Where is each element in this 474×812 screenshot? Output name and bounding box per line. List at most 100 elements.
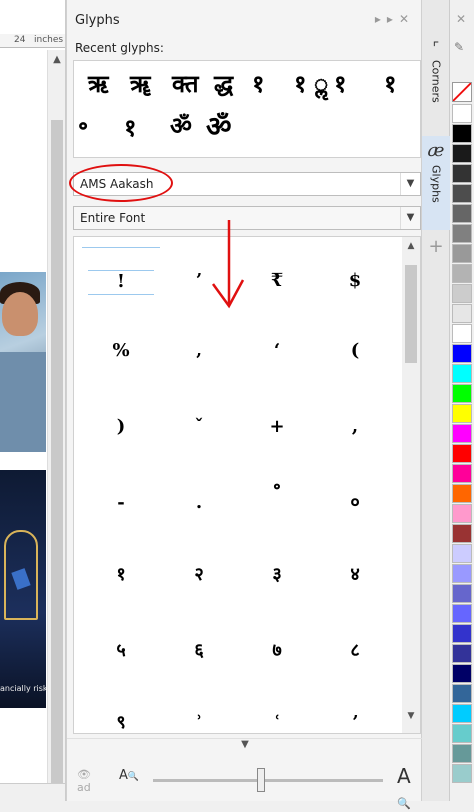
color-swatch[interactable] [452,224,472,243]
glyph-cell[interactable]: ५ [82,617,160,685]
close-icon[interactable]: ✕ [399,12,415,26]
tab-corners[interactable]: ⌜ Corners [422,36,450,132]
color-swatch[interactable] [452,204,472,223]
recent-glyph[interactable]: ॰ [78,111,88,144]
glyph-cell[interactable]: ( [316,317,394,385]
zoom-out-icon[interactable]: A🔍 [119,768,139,783]
canvas-scroll-thumb[interactable] [51,120,63,800]
color-swatch[interactable] [452,164,472,183]
glyph-cell[interactable]: २ [160,541,238,609]
color-swatch[interactable] [452,444,472,463]
glyph-cell[interactable]: ८ [316,617,394,685]
color-swatch[interactable] [452,564,472,583]
glyph-scroll-thumb[interactable] [405,265,417,363]
canvas-vertical-scrollbar[interactable]: ▲ [47,50,65,801]
color-swatch[interactable] [452,244,472,263]
color-swatch[interactable] [452,184,472,203]
canvas-image-advert[interactable]: ancially risky. [0,470,53,708]
add-docker-icon[interactable]: + [422,236,450,257]
recent-glyph[interactable]: १ [334,67,346,100]
tab-glyphs[interactable]: æ Glyphs [422,136,450,230]
color-swatch[interactable] [452,764,472,783]
glyph-cell[interactable]: ₹ [238,247,316,315]
zoom-slider-thumb[interactable] [257,768,265,792]
glyph-cell[interactable]: + [238,393,316,461]
glyph-cell[interactable]: ʿ [238,689,316,733]
color-swatch[interactable] [452,464,472,483]
glyph-cell[interactable]: ) [82,393,160,461]
glyph-cell[interactable]: ० [316,469,394,537]
scroll-up-icon[interactable]: ▲ [48,54,65,65]
chevron-down-icon[interactable]: ▼ [400,173,420,195]
color-swatch[interactable] [452,404,472,423]
glyph-cell[interactable]: ७ [238,617,316,685]
zoom-in-icon[interactable]: A🔍 [397,764,423,812]
recent-glyph[interactable]: ॠ [130,67,150,100]
color-swatch[interactable] [452,664,472,683]
recent-glyph[interactable]: ॐ [206,107,232,145]
recent-glyph[interactable]: ॐ [170,109,192,142]
recent-glyph[interactable]: १ [124,111,136,144]
color-swatch[interactable] [452,544,472,563]
glyph-cell[interactable]: ९ [82,689,160,733]
recent-glyph[interactable]: १ [252,67,264,100]
color-swatch[interactable] [452,384,472,403]
eyedropper-icon[interactable]: ✎ [454,40,464,54]
close-icon[interactable]: ✕ [456,12,466,26]
no-color-swatch[interactable] [452,82,472,102]
recent-glyph[interactable]: १ [294,67,306,100]
character-range-select[interactable]: Entire Font ▼ [73,206,421,230]
show-hidden-glyphs-icon[interactable]: 👁 ad [77,768,91,794]
color-swatch[interactable] [452,264,472,283]
color-swatch[interactable] [452,364,472,383]
glyph-cell[interactable]: ३ [238,541,316,609]
color-swatch[interactable] [452,724,472,743]
color-swatch[interactable] [452,304,472,323]
color-swatch[interactable] [452,504,472,523]
recent-glyph[interactable]: १ [384,67,396,100]
recent-glyph[interactable]: क्त [172,67,199,100]
glyph-cell[interactable]: ४ [316,541,394,609]
glyph-cell[interactable]: ’ [160,247,238,315]
color-swatch[interactable] [452,344,472,363]
glyph-cell[interactable]: ॰ [238,455,316,523]
recent-glyph[interactable]: ॢ [314,67,328,100]
glyph-cell-selected[interactable]: ! [82,247,160,315]
color-swatch[interactable] [452,684,472,703]
color-swatch[interactable] [452,524,472,543]
color-swatch[interactable] [452,124,472,143]
glyph-cell[interactable]: $ [316,247,394,315]
glyph-cell[interactable]: - [82,469,160,537]
glyph-cell[interactable]: % [82,317,160,385]
glyph-cell[interactable]: ʼ [316,689,394,733]
collapse-panel-icon[interactable]: ▸▸ [375,12,399,26]
color-swatch[interactable] [452,144,472,163]
scroll-up-icon[interactable]: ▲ [402,241,420,251]
color-swatch[interactable] [452,604,472,623]
glyph-grid-scrollbar[interactable]: ▲ ▼ [402,237,420,733]
glyph-cell[interactable]: . [160,469,238,537]
chevron-down-icon[interactable]: ▼ [400,207,420,229]
color-swatch[interactable] [452,324,472,343]
color-swatch[interactable] [452,584,472,603]
glyph-cell[interactable]: ‘ [238,317,316,385]
recent-glyph[interactable]: ऋ [88,67,108,100]
canvas-image-portrait[interactable] [0,272,46,452]
font-select[interactable]: AMS Aakash ▼ [73,172,421,196]
glyph-cell[interactable]: , [316,393,394,461]
color-swatch[interactable] [452,284,472,303]
glyph-cell[interactable]: ६ [160,617,238,685]
recent-glyph[interactable]: द्ध [214,67,233,100]
color-swatch[interactable] [452,744,472,763]
glyph-cell[interactable]: ‚ [160,317,238,385]
color-swatch[interactable] [452,704,472,723]
color-swatch[interactable] [452,484,472,503]
color-swatch[interactable] [452,424,472,443]
glyph-cell[interactable]: ˇ [160,393,238,461]
glyph-cell[interactable]: १ [82,541,160,609]
color-swatch[interactable] [452,104,472,123]
color-swatch[interactable] [452,624,472,643]
expand-panel-icon[interactable]: ▼ [67,738,423,756]
glyph-cell[interactable]: ʾ [160,689,238,733]
zoom-slider-track[interactable] [153,779,383,782]
